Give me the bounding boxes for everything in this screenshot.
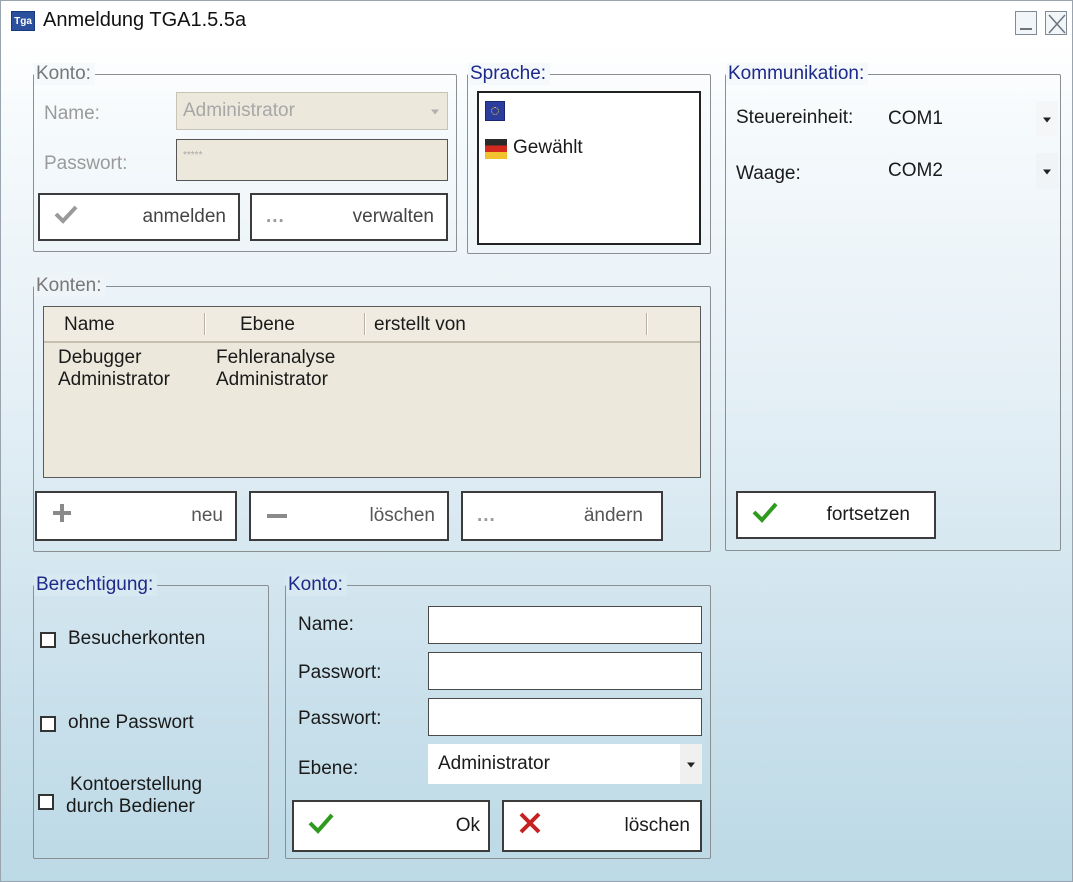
column-separator [646,313,647,335]
column-header-created-by[interactable]: erstellt von [374,314,466,336]
close-button[interactable] [1045,11,1067,35]
edit-password-confirm-label: Passwort: [298,708,382,729]
login-window: Tga Anmeldung TGA1.5.5a Konto: Name: Adm… [0,0,1073,882]
control-unit-value: COM1 [888,108,943,129]
chevron-down-icon [1036,153,1058,189]
plus-icon [51,502,73,530]
german-flag-icon [485,139,507,159]
edit-name-input[interactable] [428,606,702,644]
login-password-label: Passwort: [44,153,128,174]
communication-group: Kommunikation: Steuereinheit: COM1 Waage… [725,63,1061,551]
delete-account-button[interactable]: löschen [249,491,449,541]
edit-delete-button-label: löschen [624,815,691,836]
new-account-button-label: neu [191,505,223,526]
column-separator [364,313,365,335]
language-item-eu[interactable] [485,101,507,121]
accounts-table-header: Name Ebene erstellt von [44,307,700,343]
check-icon [308,812,334,840]
edit-password-input[interactable] [428,652,702,690]
window-title: Anmeldung TGA1.5.5a [43,9,247,31]
scale-value: COM2 [888,160,943,181]
scale-select[interactable]: COM2 [884,153,1058,189]
row-name: Debugger [58,347,142,368]
account-edit-group-legend: Konto: [286,574,347,596]
operator-creation-checkbox[interactable] [38,794,54,810]
edit-password-label: Passwort: [298,662,382,683]
column-header-level[interactable]: Ebene [240,314,295,336]
table-row[interactable]: Administrator Administrator [44,369,700,391]
close-icon [1048,14,1066,34]
app-icon: Tga [11,11,35,31]
minimize-button[interactable] [1015,11,1037,35]
chevron-down-icon [680,744,702,784]
login-password-field[interactable]: ***** [176,139,448,181]
cross-icon [518,811,542,841]
account-edit-group: Konto: Name: Passwort: Passwort: Ebene: … [285,574,711,859]
row-name: Administrator [58,369,170,390]
control-unit-label: Steuereinheit: [736,107,854,128]
ellipsis-icon: ... [477,505,496,526]
login-group-legend: Konto: [34,63,95,85]
accounts-table[interactable]: Name Ebene erstellt von Debugger Fehlera… [43,306,701,478]
edit-level-label: Ebene: [298,758,359,779]
check-icon [752,501,778,529]
edit-password-confirm-input[interactable] [428,698,702,736]
edit-account-button[interactable]: ... ändern [461,491,663,541]
edit-level-value: Administrator [438,753,550,774]
row-level: Fehleranalyse [216,347,336,368]
title-bar: Tga Anmeldung TGA1.5.5a [1,1,1072,41]
chevron-down-icon [431,109,439,115]
manage-button-label: verwalten [352,206,434,227]
login-password-value: ***** [183,150,203,161]
eu-flag-icon [485,101,505,121]
login-name-label: Name: [44,103,100,124]
delete-account-button-label: löschen [369,505,436,526]
control-unit-select[interactable]: COM1 [884,101,1058,137]
permission-group-legend: Berechtigung: [34,574,158,596]
login-name-select[interactable]: Administrator [176,92,448,130]
no-password-label: ohne Passwort [68,712,194,733]
edit-account-button-label: ändern [583,505,643,526]
guest-accounts-checkbox[interactable] [40,632,56,648]
language-list[interactable]: Gewählt [477,91,701,245]
check-icon [54,204,78,230]
language-item-label: Gewählt [513,137,583,158]
column-header-name[interactable]: Name [64,314,115,336]
login-button[interactable]: anmelden [38,193,240,241]
permission-group: Berechtigung: Besucherkonten ohne Passwo… [33,574,269,859]
manage-button[interactable]: ... verwalten [250,193,448,241]
operator-creation-label-line1: Kontoerstellung [70,774,203,795]
edit-delete-button[interactable]: löschen [502,800,702,852]
table-row[interactable]: Debugger Fehleranalyse [44,347,700,369]
communication-group-legend: Kommunikation: [726,63,869,85]
language-item-de[interactable]: Gewählt [485,137,605,161]
edit-name-label: Name: [298,614,354,635]
edit-level-select[interactable]: Administrator [428,744,702,784]
operator-creation-label-line2: durch Bediener [66,796,195,817]
continue-button[interactable]: fortsetzen [736,491,936,539]
new-account-button[interactable]: neu [35,491,237,541]
ok-button-label: Ok [455,815,480,836]
accounts-group-legend: Konten: [34,275,106,297]
language-group-legend: Sprache: [468,63,551,85]
ok-button[interactable]: Ok [292,800,490,852]
guest-accounts-label: Besucherkonten [68,628,206,649]
minus-icon [265,505,289,527]
no-password-checkbox[interactable] [40,716,56,732]
scale-label: Waage: [736,163,801,184]
chevron-down-icon [1036,101,1058,137]
continue-button-label: fortsetzen [826,504,910,525]
login-name-value: Administrator [183,100,295,121]
ellipsis-icon: ... [266,206,285,227]
column-separator [204,313,205,335]
row-level: Administrator [216,369,328,390]
login-group: Konto: Name: Administrator Passwort: ***… [33,63,457,252]
login-button-label: anmelden [142,206,226,227]
